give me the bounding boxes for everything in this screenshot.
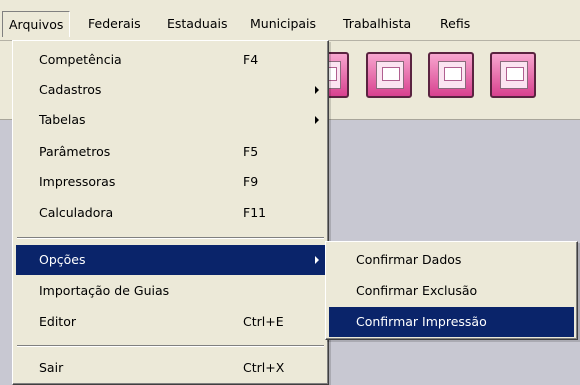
menu-trabalhista[interactable]: Trabalhista	[337, 11, 417, 37]
submenu-item-confirmar-dados[interactable]: Confirmar Dados	[329, 245, 574, 275]
menu-item-calculadora[interactable]: Calculadora F11	[16, 198, 325, 228]
submenu-item-confirmar-exclusao[interactable]: Confirmar Exclusão	[329, 276, 574, 306]
fgts-icon	[438, 61, 466, 89]
menu-item-importacao-de-guias[interactable]: Importação de Guias	[16, 276, 325, 306]
menu-municipais[interactable]: Municipais	[244, 11, 322, 37]
submenu-arrow-icon	[315, 116, 319, 124]
menu-item-cadastros[interactable]: Cadastros	[16, 75, 325, 105]
menu-item-impressoras[interactable]: Impressoras F9	[16, 167, 325, 197]
menu-refis[interactable]: Refis	[434, 11, 476, 37]
menu-estaduais[interactable]: Estaduais	[161, 11, 233, 37]
menu-item-sair[interactable]: Sair Ctrl+X	[16, 353, 325, 383]
submenu-item-confirmar-impressao[interactable]: Confirmar Impressão	[329, 307, 574, 337]
edit-icon	[500, 61, 528, 89]
submenu-arrow-icon	[315, 86, 319, 94]
menu-bar: Arquivos Federais Estaduais Municipais T…	[0, 0, 580, 41]
menu-item-opcoes[interactable]: Opções	[16, 245, 325, 275]
file-menu: Competência F4 Cadastros Tabelas Parâmet…	[12, 40, 329, 385]
toolbar-button-fgts[interactable]	[428, 52, 474, 98]
menu-item-tabelas[interactable]: Tabelas	[16, 105, 325, 135]
menu-arquivos[interactable]: Arquivos	[2, 11, 71, 37]
toolbar-button-money[interactable]	[366, 52, 412, 98]
money-icon	[376, 61, 404, 89]
menu-item-competencia[interactable]: Competência F4	[16, 45, 325, 75]
toolbar-button-edit[interactable]	[490, 52, 536, 98]
options-submenu: Confirmar Dados Confirmar Exclusão Confi…	[325, 241, 578, 340]
menu-item-editor[interactable]: Editor Ctrl+E	[16, 307, 325, 337]
submenu-arrow-icon	[315, 256, 319, 264]
menu-item-parametros[interactable]: Parâmetros F5	[16, 137, 325, 167]
menu-separator	[17, 237, 324, 239]
menu-federais[interactable]: Federais	[82, 11, 147, 37]
menu-separator	[17, 345, 324, 347]
